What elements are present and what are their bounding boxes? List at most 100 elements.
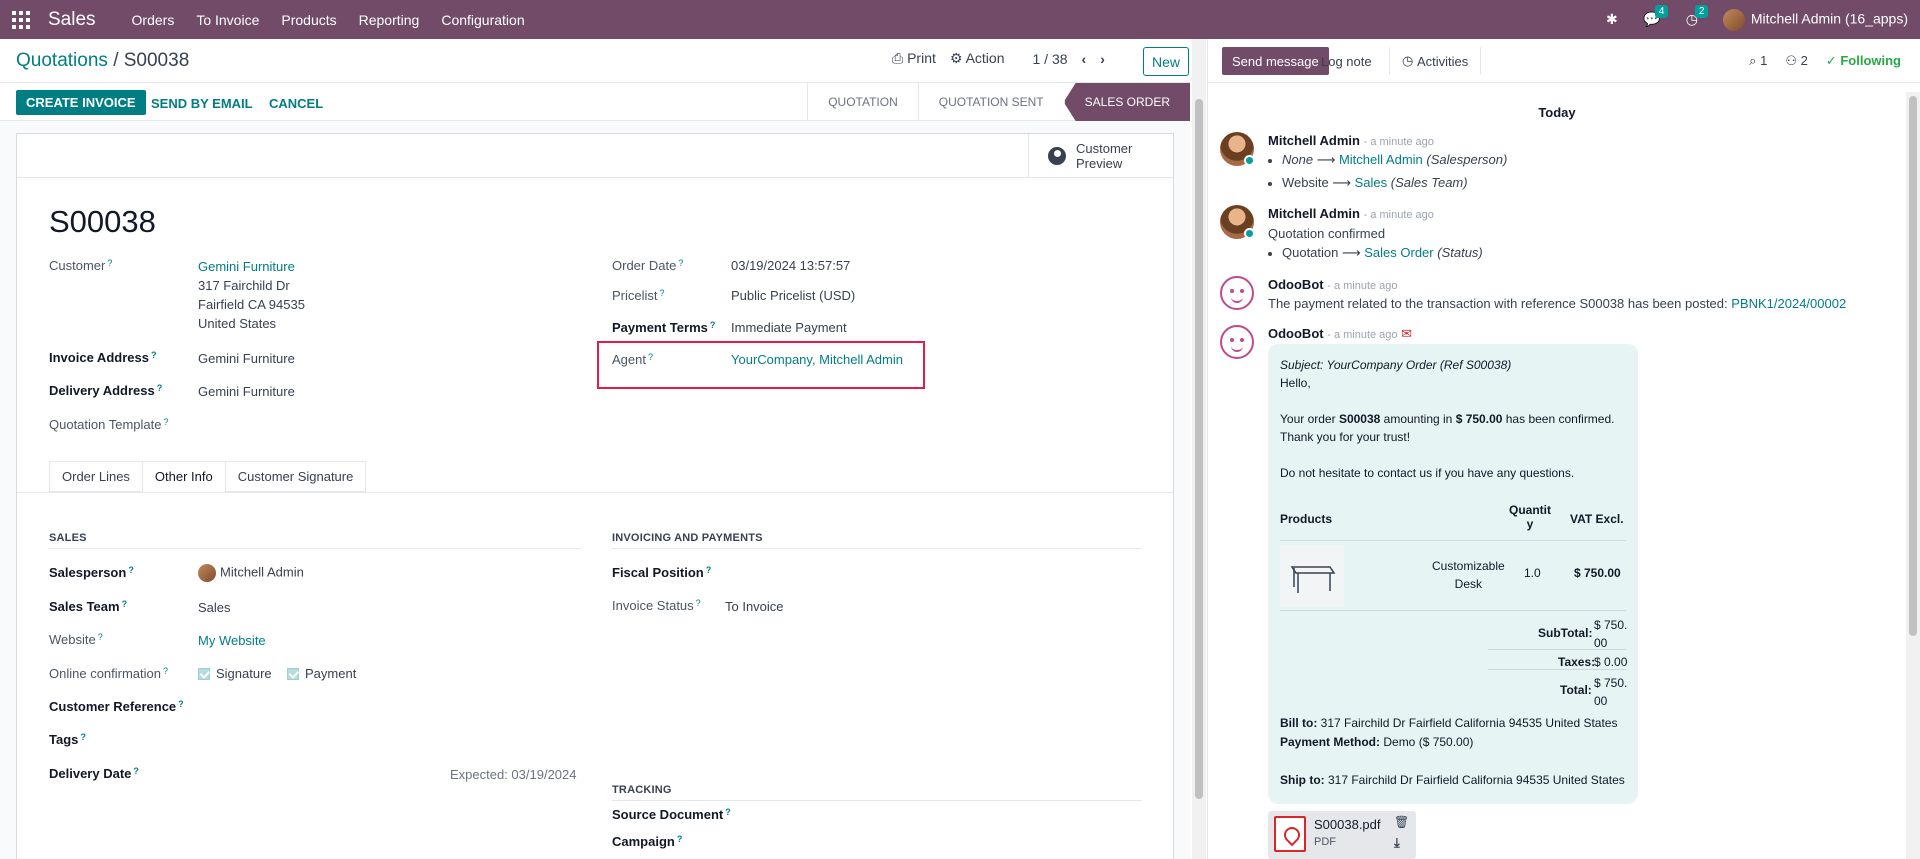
app-name[interactable]: Sales bbox=[48, 9, 96, 31]
following-label: Following bbox=[1840, 53, 1901, 68]
stage-quotation-sent[interactable]: QUOTATION SENT bbox=[917, 83, 1064, 121]
avatar bbox=[1722, 8, 1745, 31]
log-note-button[interactable]: Log note bbox=[1309, 47, 1384, 75]
online-status-icon bbox=[1244, 155, 1255, 166]
avatar[interactable] bbox=[1220, 276, 1254, 310]
tracking-value-link[interactable]: Sales bbox=[1355, 175, 1388, 190]
action-label: Action bbox=[965, 50, 1005, 66]
campaign-label: Campaign? bbox=[612, 834, 683, 849]
activities-label: Activities bbox=[1416, 53, 1469, 69]
delivery-address-field[interactable]: Gemini Furniture bbox=[198, 384, 295, 399]
print-button[interactable]: ⎙ Print bbox=[892, 50, 936, 67]
stage-sales-order[interactable]: SALES ORDER bbox=[1063, 83, 1190, 121]
scroll-thumb[interactable] bbox=[1195, 99, 1203, 799]
form-sheet: Customer Preview S00038 Customer? Gemini … bbox=[16, 133, 1174, 859]
signature-checkbox[interactable]: Signature bbox=[198, 666, 272, 681]
pager-next-icon[interactable]: › bbox=[1100, 51, 1105, 67]
checkbox-checked-icon bbox=[198, 668, 210, 680]
tab-other-info[interactable]: Other Info bbox=[141, 461, 226, 492]
pager-prev-icon[interactable]: ‹ bbox=[1082, 51, 1087, 67]
customer-field[interactable]: Gemini Furniture bbox=[198, 259, 295, 274]
email-greeting: Hello, bbox=[1280, 376, 1311, 390]
pricelist-field[interactable]: Public Pricelist (USD) bbox=[731, 288, 855, 303]
sales-section-divider bbox=[49, 548, 581, 549]
action-button[interactable]: ⚙ Action bbox=[950, 50, 1005, 67]
checkbox-checked-icon bbox=[287, 668, 299, 680]
create-invoice-button[interactable]: CREATE INVOICE bbox=[16, 90, 146, 115]
menu-reporting[interactable]: Reporting bbox=[359, 12, 420, 28]
menu-products[interactable]: Products bbox=[281, 12, 336, 28]
invoice-address-field[interactable]: Gemini Furniture bbox=[198, 351, 295, 366]
table-divider bbox=[1488, 669, 1626, 670]
followers-button[interactable]: ⚇ 2 bbox=[1785, 53, 1808, 69]
notebook-tabs: Order Lines Other Info Customer Signatur… bbox=[49, 461, 367, 492]
menu-configuration[interactable]: Configuration bbox=[441, 12, 524, 28]
quantity-header: Quantit y bbox=[1509, 503, 1551, 531]
total-value: $ 750. 00 bbox=[1594, 676, 1628, 708]
menu-to-invoice[interactable]: To Invoice bbox=[196, 12, 259, 28]
breadcrumb-quotations[interactable]: Quotations bbox=[16, 50, 108, 71]
tracking-line-status: Quotation ⟶ Sales Order (Status) bbox=[1268, 245, 1483, 261]
quotation-template-label: Quotation Template? bbox=[49, 417, 169, 432]
stage-quotation[interactable]: QUOTATION bbox=[807, 83, 918, 121]
table-divider bbox=[1488, 649, 1626, 650]
payment-terms-field[interactable]: Immediate Payment bbox=[731, 320, 847, 335]
chatter-scrollbar[interactable] bbox=[1906, 92, 1920, 859]
activities-button[interactable]: ◷ Activities bbox=[1389, 47, 1482, 75]
tracking-value-link[interactable]: Sales Order bbox=[1364, 245, 1433, 260]
form-view: Quotations / S00038 ⎙ Print ⚙ Action 1 /… bbox=[0, 39, 1190, 859]
customer-label: Customer? bbox=[49, 258, 113, 273]
payment-terms-label: Payment Terms? bbox=[612, 320, 716, 335]
invoicing-section-divider bbox=[612, 548, 1142, 549]
payment-checkbox[interactable]: Payment bbox=[287, 666, 356, 681]
vat-header: VAT Excl. bbox=[1570, 512, 1624, 526]
message-time: - a minute ago bbox=[1363, 136, 1434, 148]
tracking-section-divider bbox=[612, 800, 1142, 801]
messages-icon[interactable]: 💬 4 bbox=[1643, 4, 1669, 29]
new-button[interactable]: New bbox=[1143, 47, 1189, 76]
sales-team-field[interactable]: Sales bbox=[198, 600, 231, 615]
scroll-thumb[interactable] bbox=[1909, 96, 1917, 636]
salesperson-field[interactable]: Mitchell Admin bbox=[198, 564, 304, 582]
salesperson-value: Mitchell Admin bbox=[220, 564, 304, 580]
cancel-button[interactable]: CANCEL bbox=[269, 96, 323, 111]
message-time: - a minute ago bbox=[1363, 209, 1434, 221]
menu-orders[interactable]: Orders bbox=[132, 12, 175, 28]
tracking-value-link[interactable]: Mitchell Admin bbox=[1339, 152, 1423, 167]
attachment-card[interactable]: S00038.pdf PDF 🗑 ⤓ bbox=[1268, 811, 1416, 859]
status-bar: CREATE INVOICE SEND BY EMAIL CANCEL QUOT… bbox=[0, 83, 1190, 121]
agent-field[interactable]: YourCompany, Mitchell Admin bbox=[731, 352, 903, 367]
website-label: Website? bbox=[49, 632, 103, 647]
product-image-desk-icon bbox=[1280, 545, 1344, 607]
payment-reference-link[interactable]: PBNK1/2024/00002 bbox=[1731, 296, 1846, 311]
attachments-button[interactable]: ⌕ 1 bbox=[1749, 53, 1767, 69]
tab-customer-signature[interactable]: Customer Signature bbox=[224, 461, 367, 492]
printer-icon: ⎙ bbox=[892, 50, 904, 66]
send-by-email-button[interactable]: SEND BY EMAIL bbox=[151, 96, 253, 111]
customer-preview-button[interactable]: Customer Preview bbox=[1028, 134, 1173, 178]
tab-order-lines[interactable]: Order Lines bbox=[49, 461, 143, 492]
payment-method-line: Payment Method: Demo ($ 750.00) bbox=[1280, 735, 1474, 749]
user-menu[interactable]: Mitchell Admin (16_apps) bbox=[1722, 8, 1908, 31]
download-icon[interactable]: ⤓ bbox=[1394, 835, 1400, 851]
tracking-line-salesperson: None ⟶ Mitchell Admin (Salesperson) bbox=[1268, 152, 1507, 168]
avatar[interactable] bbox=[1220, 325, 1254, 359]
trash-icon[interactable]: 🗑 bbox=[1394, 815, 1409, 829]
sales-section-title: SALES bbox=[49, 532, 87, 544]
pager-value[interactable]: 1 / 38 bbox=[1033, 51, 1068, 67]
website-field[interactable]: My Website bbox=[198, 633, 266, 648]
product-name: Customizable Desk bbox=[1432, 559, 1505, 591]
form-scrollbar[interactable] bbox=[1192, 39, 1206, 859]
online-status-icon bbox=[1244, 228, 1255, 239]
globe-icon bbox=[1048, 147, 1066, 165]
paperclip-icon: ⌕ bbox=[1749, 53, 1757, 68]
attachment-type: PDF bbox=[1314, 836, 1336, 848]
following-button[interactable]: ✓ Following bbox=[1826, 53, 1901, 69]
activities-clock-icon[interactable]: ◷ 2 bbox=[1683, 4, 1709, 29]
bug-icon[interactable]: ✱ bbox=[1603, 11, 1621, 29]
order-date-field[interactable]: 03/19/2024 13:57:57 bbox=[731, 258, 850, 273]
tab-divider bbox=[17, 492, 1173, 493]
fiscal-position-label: Fiscal Position? bbox=[612, 565, 712, 580]
apps-menu-icon[interactable] bbox=[12, 10, 30, 29]
control-actions: ⎙ Print ⚙ Action 1 / 38 ‹ › bbox=[892, 50, 1105, 67]
